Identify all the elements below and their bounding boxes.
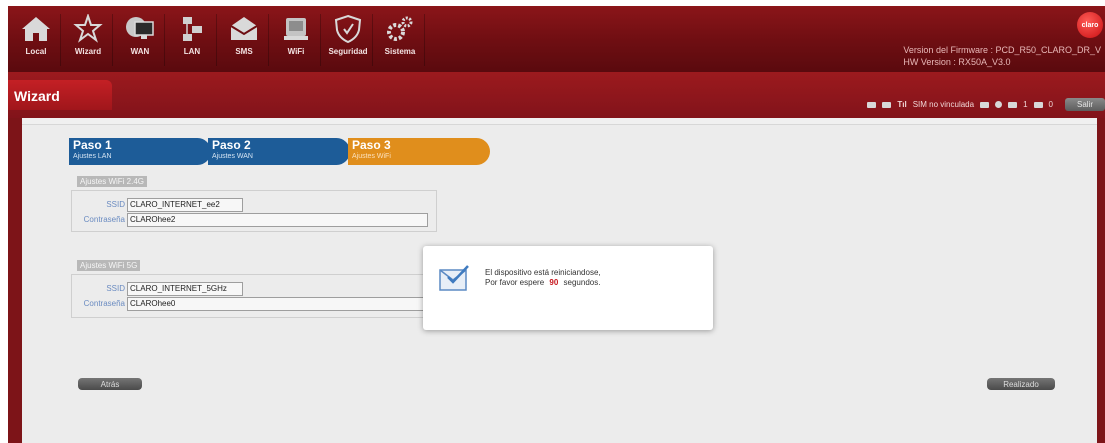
dialog-prefix: Por favor espere xyxy=(485,278,545,287)
countdown-seconds: 90 xyxy=(549,278,559,287)
dialog-message: El dispositivo está reiniciandose, Por f… xyxy=(485,268,601,288)
dialog-line-2: Por favor espere 90 segundos. xyxy=(485,278,601,288)
restart-dialog: El dispositivo está reiniciandose, Por f… xyxy=(423,246,713,330)
dialog-line-1: El dispositivo está reiniciandose, xyxy=(485,268,601,277)
dialog-suffix: segundos. xyxy=(563,278,601,287)
envelope-check-icon xyxy=(439,265,469,291)
modal-overlay: El dispositivo está reiniciandose, Por f… xyxy=(0,0,1105,443)
